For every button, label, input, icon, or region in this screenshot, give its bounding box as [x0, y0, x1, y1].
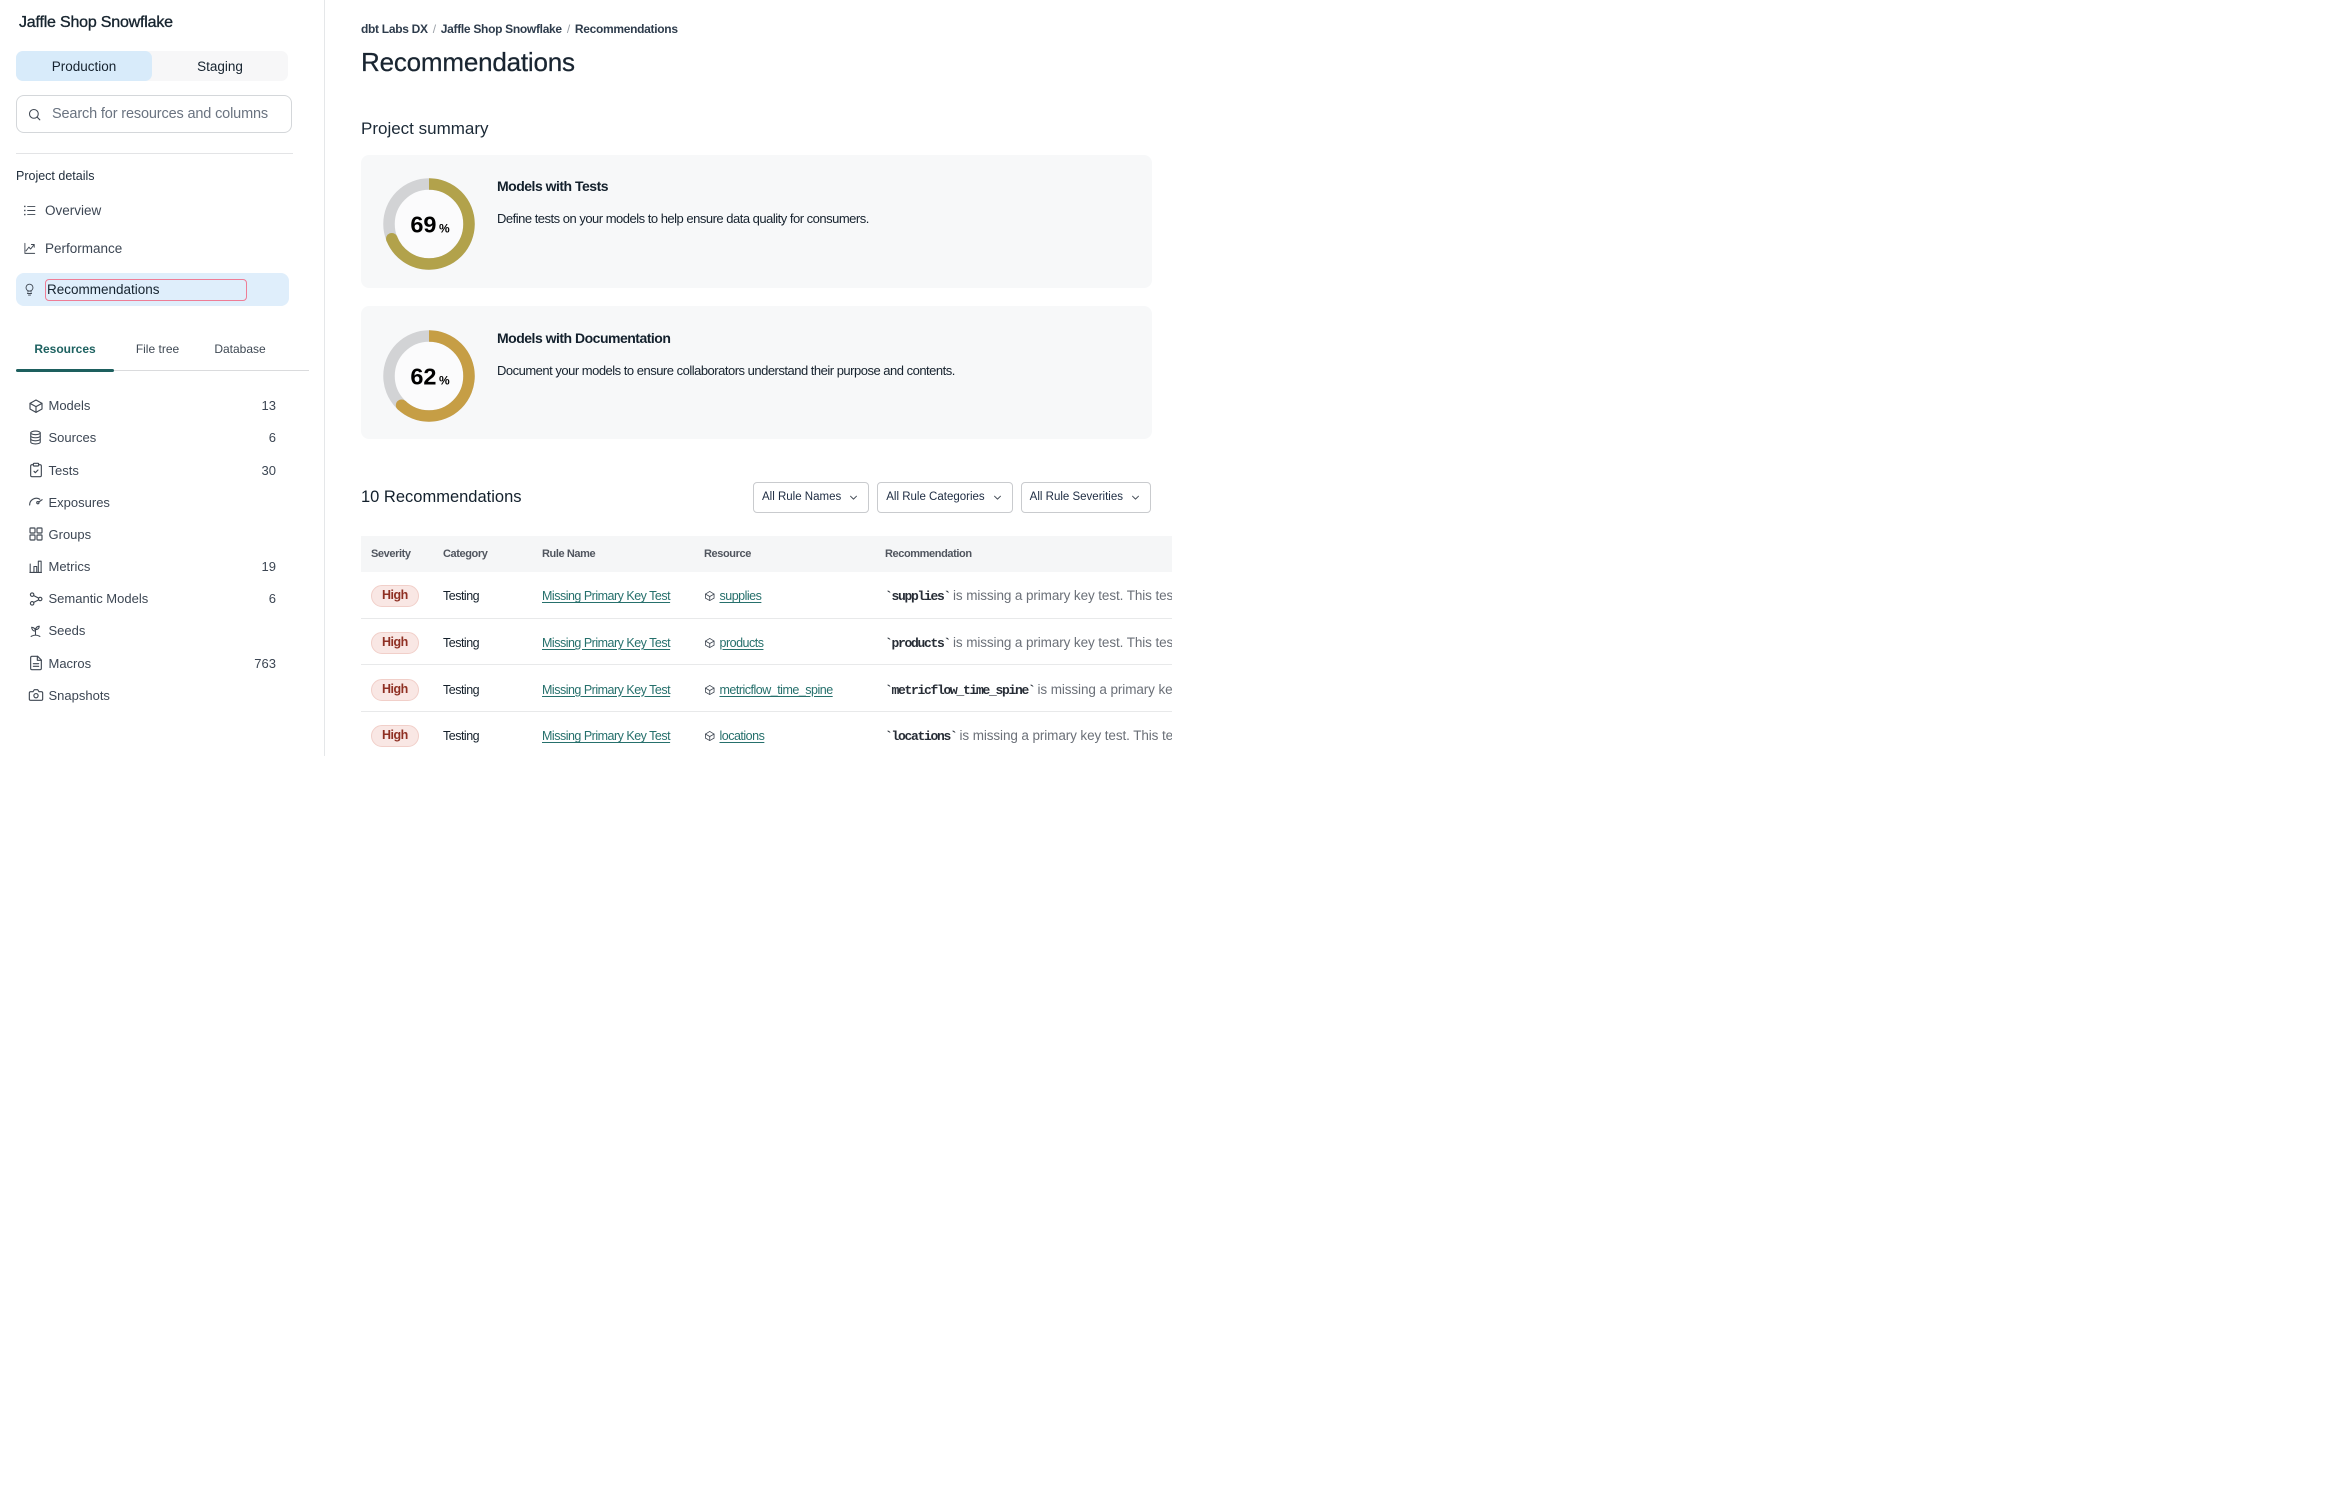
svg-text:%: %	[439, 373, 450, 387]
svg-text:62: 62	[410, 363, 436, 389]
svg-text:69: 69	[410, 212, 436, 238]
svg-text:%: %	[439, 222, 450, 236]
